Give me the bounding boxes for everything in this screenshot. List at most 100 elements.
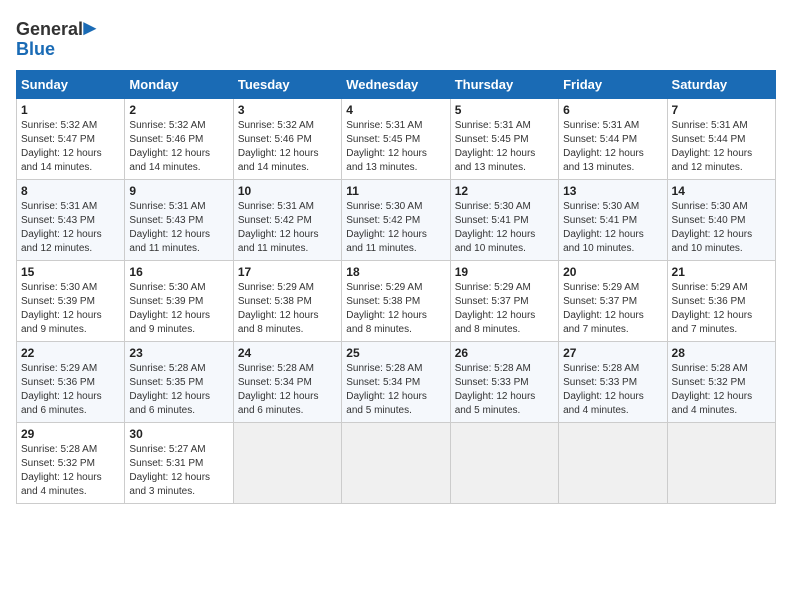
calendar-week-row: 22 Sunrise: 5:29 AMSunset: 5:36 PMDaylig…: [17, 341, 776, 422]
calendar-day-cell: 22 Sunrise: 5:29 AMSunset: 5:36 PMDaylig…: [17, 341, 125, 422]
calendar-day-cell: 14 Sunrise: 5:30 AMSunset: 5:40 PMDaylig…: [667, 179, 775, 260]
calendar-day-cell: 27 Sunrise: 5:28 AMSunset: 5:33 PMDaylig…: [559, 341, 667, 422]
day-number: 7: [672, 103, 771, 117]
calendar-day-header: Monday: [125, 70, 233, 98]
calendar-day-cell: 26 Sunrise: 5:28 AMSunset: 5:33 PMDaylig…: [450, 341, 558, 422]
day-number: 5: [455, 103, 554, 117]
day-info: Sunrise: 5:31 AMSunset: 5:42 PMDaylight:…: [238, 201, 319, 254]
calendar-week-row: 1 Sunrise: 5:32 AMSunset: 5:47 PMDayligh…: [17, 98, 776, 179]
day-number: 13: [563, 184, 662, 198]
day-number: 27: [563, 346, 662, 360]
day-number: 1: [21, 103, 120, 117]
day-info: Sunrise: 5:30 AMSunset: 5:42 PMDaylight:…: [346, 201, 427, 254]
day-info: Sunrise: 5:28 AMSunset: 5:33 PMDaylight:…: [563, 363, 644, 416]
day-number: 10: [238, 184, 337, 198]
day-number: 21: [672, 265, 771, 279]
empty-cell: [450, 422, 558, 503]
day-info: Sunrise: 5:28 AMSunset: 5:34 PMDaylight:…: [238, 363, 319, 416]
empty-cell: [667, 422, 775, 503]
logo: General►Blue: [16, 16, 101, 60]
day-info: Sunrise: 5:31 AMSunset: 5:44 PMDaylight:…: [672, 120, 753, 173]
page-header: General►Blue: [16, 16, 776, 60]
calendar-day-cell: 3 Sunrise: 5:32 AMSunset: 5:46 PMDayligh…: [233, 98, 341, 179]
calendar-week-row: 8 Sunrise: 5:31 AMSunset: 5:43 PMDayligh…: [17, 179, 776, 260]
day-info: Sunrise: 5:30 AMSunset: 5:41 PMDaylight:…: [563, 201, 644, 254]
day-number: 14: [672, 184, 771, 198]
calendar-day-cell: 29 Sunrise: 5:28 AMSunset: 5:32 PMDaylig…: [17, 422, 125, 503]
calendar-day-header: Saturday: [667, 70, 775, 98]
day-number: 30: [129, 427, 228, 441]
day-info: Sunrise: 5:31 AMSunset: 5:45 PMDaylight:…: [455, 120, 536, 173]
day-info: Sunrise: 5:32 AMSunset: 5:46 PMDaylight:…: [129, 120, 210, 173]
day-number: 12: [455, 184, 554, 198]
calendar-week-row: 29 Sunrise: 5:28 AMSunset: 5:32 PMDaylig…: [17, 422, 776, 503]
day-number: 24: [238, 346, 337, 360]
day-number: 3: [238, 103, 337, 117]
day-number: 22: [21, 346, 120, 360]
calendar-day-cell: 9 Sunrise: 5:31 AMSunset: 5:43 PMDayligh…: [125, 179, 233, 260]
day-info: Sunrise: 5:28 AMSunset: 5:35 PMDaylight:…: [129, 363, 210, 416]
day-info: Sunrise: 5:29 AMSunset: 5:36 PMDaylight:…: [672, 282, 753, 335]
calendar-day-cell: 18 Sunrise: 5:29 AMSunset: 5:38 PMDaylig…: [342, 260, 450, 341]
empty-cell: [342, 422, 450, 503]
calendar-day-cell: 4 Sunrise: 5:31 AMSunset: 5:45 PMDayligh…: [342, 98, 450, 179]
calendar-day-cell: 15 Sunrise: 5:30 AMSunset: 5:39 PMDaylig…: [17, 260, 125, 341]
calendar-day-cell: 13 Sunrise: 5:30 AMSunset: 5:41 PMDaylig…: [559, 179, 667, 260]
day-number: 28: [672, 346, 771, 360]
calendar-day-cell: 17 Sunrise: 5:29 AMSunset: 5:38 PMDaylig…: [233, 260, 341, 341]
calendar-day-cell: 1 Sunrise: 5:32 AMSunset: 5:47 PMDayligh…: [17, 98, 125, 179]
calendar-day-cell: 21 Sunrise: 5:29 AMSunset: 5:36 PMDaylig…: [667, 260, 775, 341]
calendar-day-cell: 10 Sunrise: 5:31 AMSunset: 5:42 PMDaylig…: [233, 179, 341, 260]
day-info: Sunrise: 5:31 AMSunset: 5:43 PMDaylight:…: [129, 201, 210, 254]
calendar-day-cell: 30 Sunrise: 5:27 AMSunset: 5:31 PMDaylig…: [125, 422, 233, 503]
day-number: 11: [346, 184, 445, 198]
day-info: Sunrise: 5:30 AMSunset: 5:40 PMDaylight:…: [672, 201, 753, 254]
day-info: Sunrise: 5:31 AMSunset: 5:43 PMDaylight:…: [21, 201, 102, 254]
day-number: 6: [563, 103, 662, 117]
calendar-day-header: Friday: [559, 70, 667, 98]
calendar-table: SundayMondayTuesdayWednesdayThursdayFrid…: [16, 70, 776, 504]
day-info: Sunrise: 5:28 AMSunset: 5:32 PMDaylight:…: [21, 444, 102, 497]
day-info: Sunrise: 5:32 AMSunset: 5:46 PMDaylight:…: [238, 120, 319, 173]
day-number: 23: [129, 346, 228, 360]
day-number: 26: [455, 346, 554, 360]
day-info: Sunrise: 5:28 AMSunset: 5:33 PMDaylight:…: [455, 363, 536, 416]
day-info: Sunrise: 5:29 AMSunset: 5:37 PMDaylight:…: [563, 282, 644, 335]
empty-cell: [233, 422, 341, 503]
day-info: Sunrise: 5:27 AMSunset: 5:31 PMDaylight:…: [129, 444, 210, 497]
day-number: 4: [346, 103, 445, 117]
day-info: Sunrise: 5:29 AMSunset: 5:38 PMDaylight:…: [346, 282, 427, 335]
calendar-day-header: Thursday: [450, 70, 558, 98]
calendar-day-cell: 20 Sunrise: 5:29 AMSunset: 5:37 PMDaylig…: [559, 260, 667, 341]
day-number: 18: [346, 265, 445, 279]
day-info: Sunrise: 5:30 AMSunset: 5:39 PMDaylight:…: [129, 282, 210, 335]
calendar-day-cell: 2 Sunrise: 5:32 AMSunset: 5:46 PMDayligh…: [125, 98, 233, 179]
day-number: 15: [21, 265, 120, 279]
day-info: Sunrise: 5:29 AMSunset: 5:36 PMDaylight:…: [21, 363, 102, 416]
calendar-day-cell: 16 Sunrise: 5:30 AMSunset: 5:39 PMDaylig…: [125, 260, 233, 341]
day-info: Sunrise: 5:31 AMSunset: 5:44 PMDaylight:…: [563, 120, 644, 173]
day-number: 9: [129, 184, 228, 198]
day-info: Sunrise: 5:30 AMSunset: 5:39 PMDaylight:…: [21, 282, 102, 335]
calendar-day-cell: 8 Sunrise: 5:31 AMSunset: 5:43 PMDayligh…: [17, 179, 125, 260]
day-info: Sunrise: 5:32 AMSunset: 5:47 PMDaylight:…: [21, 120, 102, 173]
calendar-day-header: Sunday: [17, 70, 125, 98]
calendar-header-row: SundayMondayTuesdayWednesdayThursdayFrid…: [17, 70, 776, 98]
day-number: 29: [21, 427, 120, 441]
empty-cell: [559, 422, 667, 503]
day-number: 8: [21, 184, 120, 198]
day-info: Sunrise: 5:29 AMSunset: 5:37 PMDaylight:…: [455, 282, 536, 335]
day-number: 16: [129, 265, 228, 279]
calendar-day-cell: 24 Sunrise: 5:28 AMSunset: 5:34 PMDaylig…: [233, 341, 341, 422]
day-number: 20: [563, 265, 662, 279]
calendar-day-cell: 12 Sunrise: 5:30 AMSunset: 5:41 PMDaylig…: [450, 179, 558, 260]
calendar-day-cell: 11 Sunrise: 5:30 AMSunset: 5:42 PMDaylig…: [342, 179, 450, 260]
calendar-day-cell: 23 Sunrise: 5:28 AMSunset: 5:35 PMDaylig…: [125, 341, 233, 422]
logo-text: General►Blue: [16, 16, 101, 60]
day-info: Sunrise: 5:28 AMSunset: 5:32 PMDaylight:…: [672, 363, 753, 416]
day-number: 19: [455, 265, 554, 279]
day-number: 17: [238, 265, 337, 279]
day-info: Sunrise: 5:30 AMSunset: 5:41 PMDaylight:…: [455, 201, 536, 254]
calendar-week-row: 15 Sunrise: 5:30 AMSunset: 5:39 PMDaylig…: [17, 260, 776, 341]
day-number: 25: [346, 346, 445, 360]
